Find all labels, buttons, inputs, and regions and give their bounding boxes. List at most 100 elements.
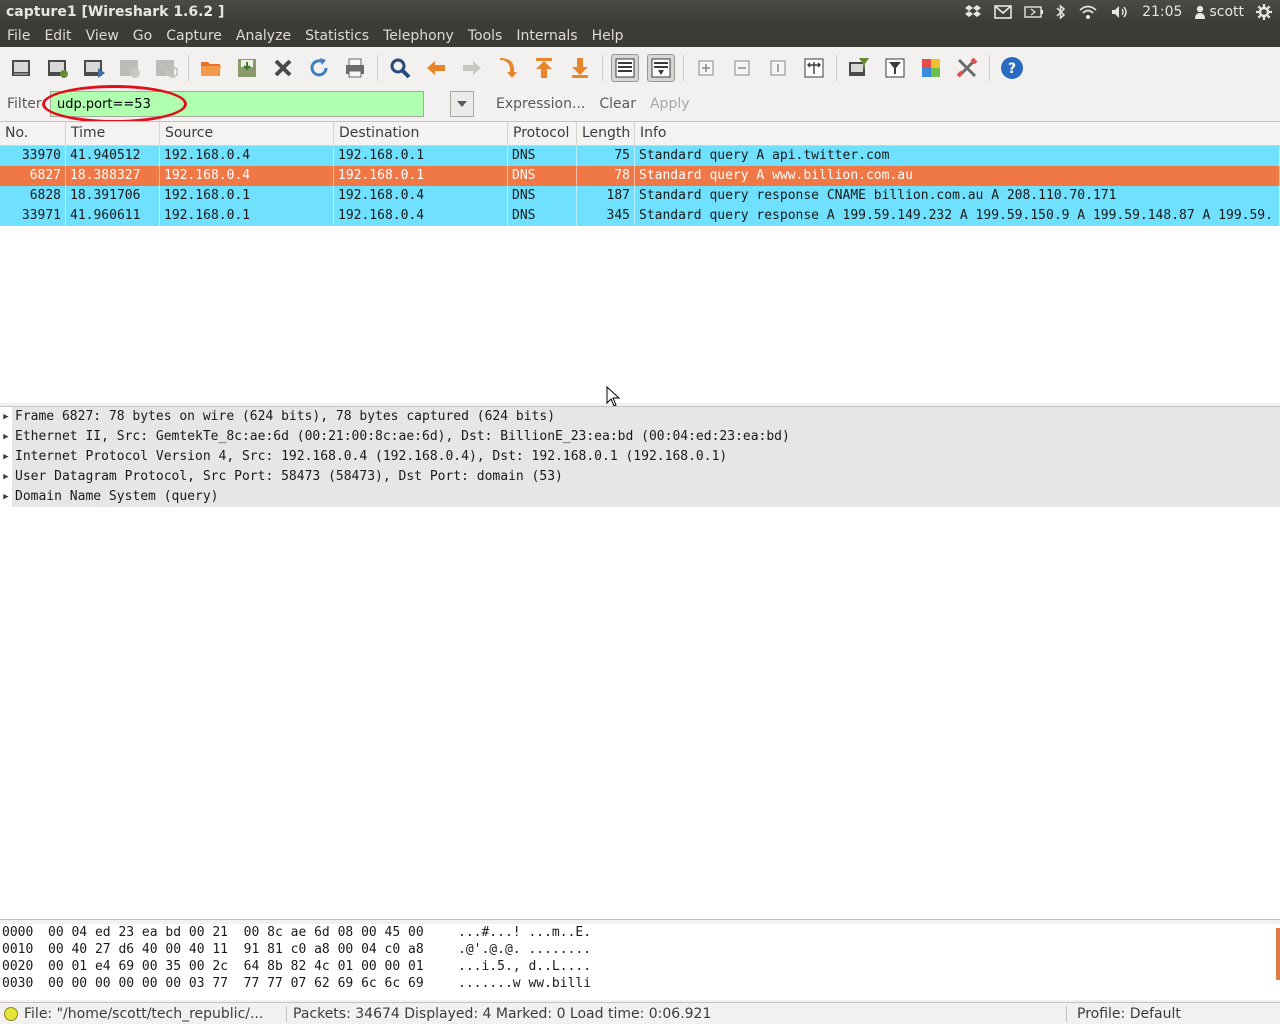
- menu-go[interactable]: Go: [126, 28, 159, 44]
- menu-view[interactable]: View: [79, 28, 126, 44]
- zoom-in-icon[interactable]: [692, 54, 720, 82]
- go-to-packet-icon[interactable]: [494, 54, 522, 82]
- filter-dropdown-button[interactable]: [450, 91, 474, 117]
- print-icon[interactable]: [341, 54, 369, 82]
- detail-text: Frame 6827: 78 bytes on wire (624 bits),…: [12, 407, 1280, 427]
- packet-list-header: No. Time Source Destination Protocol Len…: [0, 122, 1280, 146]
- clock[interactable]: 21:05: [1142, 4, 1182, 20]
- packet-source: 192.168.0.4: [160, 146, 334, 166]
- svg-text:?: ?: [1008, 61, 1016, 77]
- normal-size-icon[interactable]: [764, 54, 792, 82]
- help-icon[interactable]: ?: [998, 54, 1026, 82]
- resize-columns-icon[interactable]: [800, 54, 828, 82]
- packet-source: 192.168.0.1: [160, 186, 334, 206]
- column-header-time[interactable]: Time: [66, 122, 160, 145]
- detail-row[interactable]: ▶ Frame 6827: 78 bytes on wire (624 bits)…: [0, 407, 1280, 427]
- packet-no: 33970: [0, 146, 66, 166]
- find-packet-icon[interactable]: [386, 54, 414, 82]
- menu-statistics[interactable]: Statistics: [298, 28, 376, 44]
- packet-row[interactable]: 6827 18.388327 192.168.0.4 192.168.0.1 DNS 78…: [0, 166, 1280, 186]
- column-header-protocol[interactable]: Protocol: [508, 122, 577, 145]
- packet-length: 75: [577, 146, 635, 166]
- mail-icon[interactable]: [994, 5, 1012, 19]
- hex-row: 0020 00 01 e4 69 00 35 00 2c 64 8b 82 4c …: [0, 958, 1280, 975]
- save-file-icon[interactable]: [233, 54, 261, 82]
- detail-row[interactable]: ▶ Domain Name System (query): [0, 487, 1280, 507]
- detail-row[interactable]: ▶ Ethernet II, Src: GemtekTe_8c:ae:6d (00…: [0, 427, 1280, 447]
- filter-combo: [42, 85, 474, 123]
- menu-capture[interactable]: Capture: [159, 28, 229, 44]
- menu-file[interactable]: File: [0, 28, 37, 44]
- restart-capture-icon: [152, 54, 180, 82]
- apply-button[interactable]: Apply: [650, 96, 690, 112]
- open-file-icon[interactable]: [197, 54, 225, 82]
- display-filter-input[interactable]: [50, 91, 424, 117]
- gear-icon[interactable]: [1256, 4, 1272, 20]
- battery-icon[interactable]: [1024, 6, 1044, 18]
- menu-tools[interactable]: Tools: [461, 28, 510, 44]
- zoom-out-icon[interactable]: [728, 54, 756, 82]
- column-header-source[interactable]: Source: [160, 122, 334, 145]
- volume-icon[interactable]: [1110, 4, 1130, 20]
- go-back-icon[interactable]: [422, 54, 450, 82]
- menu-help[interactable]: Help: [585, 28, 631, 44]
- expand-triangle-icon[interactable]: ▶: [0, 452, 12, 462]
- hex-ascii: ...#...! ...m..E.: [458, 925, 592, 940]
- hex-scrollbar[interactable]: [1276, 928, 1280, 980]
- packet-destination: 192.168.0.1: [334, 166, 508, 186]
- colorize-icon[interactable]: [611, 54, 639, 82]
- menu-analyze[interactable]: Analyze: [229, 28, 298, 44]
- packet-row[interactable]: 33971 41.960611 192.168.0.1 192.168.0.4 DNS 3…: [0, 206, 1280, 226]
- hex-row: 0030 00 00 00 00 00 00 03 77 77 77 07 62 …: [0, 975, 1280, 992]
- detail-text: Internet Protocol Version 4, Src: 192.16…: [12, 447, 1280, 467]
- go-first-icon[interactable]: [530, 54, 558, 82]
- detail-row[interactable]: ▶ User Datagram Protocol, Src Port: 58473…: [0, 467, 1280, 487]
- interface-list-icon[interactable]: [8, 54, 36, 82]
- go-last-icon[interactable]: [566, 54, 594, 82]
- packet-list[interactable]: No. Time Source Destination Protocol Len…: [0, 121, 1280, 403]
- start-capture-icon[interactable]: [80, 54, 108, 82]
- hex-bytes: 00 01 e4 69 00 35 00 2c 64 8b 82 4c 01 0…: [48, 959, 424, 974]
- status-profile[interactable]: Profile: Default: [1066, 1005, 1280, 1022]
- capture-options-icon[interactable]: [44, 54, 72, 82]
- expand-triangle-icon[interactable]: ▶: [0, 492, 12, 502]
- bluetooth-icon[interactable]: [1056, 4, 1066, 20]
- indicator-area: 21:05 scott: [964, 4, 1280, 20]
- top-panel: capture1 [Wireshark 1.6.2 ] 21:05 scott: [0, 0, 1280, 24]
- user-menu[interactable]: scott: [1194, 4, 1244, 20]
- packet-bytes[interactable]: 0000 00 04 ed 23 ea bd 00 21 00 8c ae 6d …: [0, 924, 1280, 1000]
- menu-telephony[interactable]: Telephony: [376, 28, 461, 44]
- column-header-info[interactable]: Info: [635, 122, 1280, 145]
- display-filters-icon[interactable]: [881, 54, 909, 82]
- dropbox-icon[interactable]: [964, 4, 982, 20]
- packet-row[interactable]: 6828 18.391706 192.168.0.1 192.168.0.4 DNS 18…: [0, 186, 1280, 206]
- column-header-length[interactable]: Length: [577, 122, 635, 145]
- menu-internals[interactable]: Internals: [509, 28, 584, 44]
- detail-row[interactable]: ▶ Internet Protocol Version 4, Src: 192.1…: [0, 447, 1280, 467]
- close-file-icon[interactable]: [269, 54, 297, 82]
- packet-destination: 192.168.0.4: [334, 206, 508, 226]
- packet-destination: 192.168.0.4: [334, 186, 508, 206]
- window-title: capture1 [Wireshark 1.6.2 ]: [6, 4, 225, 20]
- expression-button[interactable]: Expression...: [496, 96, 585, 112]
- packet-details[interactable]: ▶ Frame 6827: 78 bytes on wire (624 bits)…: [0, 406, 1280, 920]
- packet-info: Standard query A api.twitter.com: [635, 146, 1280, 166]
- hex-row: 0010 00 40 27 d6 40 00 40 11 91 81 c0 a8 …: [0, 941, 1280, 958]
- expand-triangle-icon[interactable]: ▶: [0, 432, 12, 442]
- menu-edit[interactable]: Edit: [37, 28, 78, 44]
- user-icon: [1195, 5, 1206, 19]
- packet-row[interactable]: 33970 41.940512 192.168.0.4 192.168.0.1 DNS 7…: [0, 146, 1280, 166]
- column-header-destination[interactable]: Destination: [334, 122, 508, 145]
- reload-icon[interactable]: [305, 54, 333, 82]
- capture-filters-icon[interactable]: [845, 54, 873, 82]
- status-bar: File: "/home/scott/tech_republic/... Pac…: [0, 1002, 1280, 1024]
- preferences-icon[interactable]: [953, 54, 981, 82]
- auto-scroll-icon[interactable]: [647, 54, 675, 82]
- clear-button[interactable]: Clear: [599, 96, 636, 112]
- expert-info-icon[interactable]: [4, 1006, 18, 1021]
- coloring-rules-icon[interactable]: [917, 54, 945, 82]
- wifi-icon[interactable]: [1078, 4, 1098, 20]
- expand-triangle-icon[interactable]: ▶: [0, 412, 12, 422]
- expand-triangle-icon[interactable]: ▶: [0, 472, 12, 482]
- column-header-no[interactable]: No.: [0, 122, 66, 145]
